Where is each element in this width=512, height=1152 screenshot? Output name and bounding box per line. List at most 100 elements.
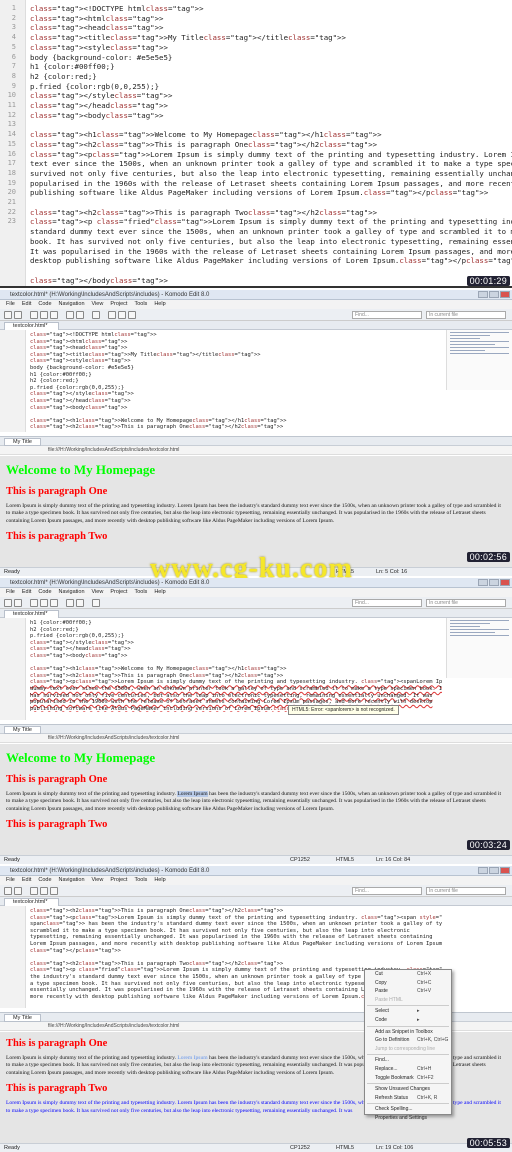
menu-view[interactable]: View [92, 589, 104, 595]
code-line[interactable]: class="tag"><h2class="tag">>This is para… [30, 673, 442, 680]
code-line[interactable]: class="tag"><headclass="tag">> [30, 345, 442, 352]
code-line[interactable]: class="tag"></styleclass="tag">> [30, 640, 442, 647]
code-line[interactable]: class="tag"></headclass="tag">> [30, 646, 442, 653]
context-menu-item[interactable]: Copy Ctrl+C [365, 979, 451, 988]
save-icon[interactable] [50, 311, 58, 319]
find-input[interactable]: Find... [352, 311, 422, 319]
menu-help[interactable]: Help [154, 589, 165, 595]
code-line[interactable]: class="tag"><titleclass="tag">>My Titlec… [30, 352, 442, 359]
preview-url[interactable]: file:///H:/Working/IncludesAndScripts/in… [0, 446, 512, 455]
maximize-icon[interactable] [489, 291, 499, 298]
menu-project[interactable]: Project [110, 301, 127, 307]
code-line[interactable]: body {background-color: #e5e5e5} [30, 365, 442, 372]
menu-help[interactable]: Help [154, 877, 165, 883]
code-line[interactable]: desktop publishing software like Aldus P… [30, 256, 512, 266]
status-encoding[interactable]: CP1252 [290, 1144, 310, 1152]
close-icon[interactable] [500, 867, 510, 874]
code-line[interactable]: has survived not only five centuries, bu… [30, 693, 442, 700]
tab-textcolor[interactable]: textcolor.html* [4, 610, 59, 618]
forward-icon[interactable] [14, 311, 22, 319]
maximize-icon[interactable] [489, 579, 499, 586]
menu-project[interactable]: Project [110, 877, 127, 883]
layout-icon[interactable] [108, 311, 116, 319]
context-menu-item[interactable]: Show Unsaved Changes [365, 1085, 451, 1094]
menu-tools[interactable]: Tools [134, 589, 147, 595]
code-line[interactable]: class="tag"><h2class="tag">>This is para… [30, 140, 512, 150]
tab-my-title[interactable]: My Title [4, 438, 41, 446]
context-menu-item[interactable]: Paste Ctrl+V [365, 987, 451, 996]
code-line[interactable]: class="tag"><bodyclass="tag">> [30, 111, 512, 121]
layout-icon[interactable] [128, 311, 136, 319]
code-line[interactable]: text ever since the 1500s, when an unkno… [30, 159, 512, 169]
save-icon[interactable] [50, 887, 58, 895]
code-line[interactable]: survived not only five centuries, but al… [30, 169, 512, 179]
menu-edit[interactable]: Edit [22, 877, 31, 883]
menu-view[interactable]: View [92, 301, 104, 307]
code-line[interactable]: It was popularised in the 1960s with the… [30, 247, 512, 257]
context-menu-item[interactable]: Code ▸ [365, 1016, 451, 1025]
context-menu-item[interactable]: Replace... Ctrl+H [365, 1065, 451, 1074]
code-line[interactable]: class="tag"><!DOCTYPE htmlclass="tag">> [30, 4, 512, 14]
code-line[interactable]: p.fried {color:rgb(0,0,255);} [30, 82, 512, 92]
tab-textcolor[interactable]: textcolor.html* [4, 322, 59, 330]
minimize-icon[interactable] [478, 867, 488, 874]
code-line[interactable]: class="tag"><titleclass="tag">>My Titlec… [30, 33, 512, 43]
code-line[interactable]: class="tag"><styleclass="tag">> [30, 43, 512, 53]
menu-navigation[interactable]: Navigation [59, 589, 85, 595]
menu-view[interactable]: View [92, 877, 104, 883]
menu-file[interactable]: File [6, 589, 15, 595]
menu-file[interactable]: File [6, 301, 15, 307]
code-line[interactable]: standard dummy text ever since the 1500s… [30, 227, 512, 237]
code-line[interactable]: class="tag"><h2class="tag">>This is para… [30, 908, 442, 915]
code-line[interactable] [30, 660, 442, 667]
code-line[interactable]: class="tag"><h2class="tag">>This is para… [30, 961, 442, 968]
menu-code[interactable]: Code [38, 589, 51, 595]
code-line[interactable] [30, 411, 442, 418]
find-input[interactable]: Find... [352, 599, 422, 607]
code-line[interactable]: class="tag"></styleclass="tag">> [30, 391, 442, 398]
code-editor[interactable]: h1 {color:#00ff00;} h2 {color:red;} p.frie… [0, 618, 512, 720]
code-line[interactable]: h1 {color:#00ff00;} [30, 62, 512, 72]
code-line[interactable]: class="tag"><!DOCTYPE htmlclass="tag">> [30, 332, 442, 339]
minimize-icon[interactable] [478, 291, 488, 298]
code-line[interactable]: class="tag"></bodyclass="tag">> [30, 276, 512, 286]
code-line[interactable]: h1 {color:#00ff00;} [30, 372, 442, 379]
code-line[interactable]: class="tag"><h1class="tag">>Welcome to M… [30, 418, 442, 425]
code-line[interactable] [30, 198, 512, 208]
status-language[interactable]: HTML5 [336, 856, 354, 864]
new-file-icon[interactable] [30, 311, 38, 319]
code-line[interactable]: class="tag"></headclass="tag">> [30, 398, 442, 405]
status-language[interactable]: HTML5 [336, 1144, 354, 1152]
code-line[interactable]: class="tag"><pclass="tag">>Lorem Ipsum i… [30, 915, 442, 922]
undo-icon[interactable] [66, 311, 74, 319]
code-line[interactable]: class="tag"></headclass="tag">> [30, 101, 512, 111]
open-file-icon[interactable] [40, 311, 48, 319]
code-line[interactable]: class="tag"><h1class="tag">>Welcome to M… [30, 130, 512, 140]
menu-tools[interactable]: Tools [134, 301, 147, 307]
menu-edit[interactable]: Edit [22, 301, 31, 307]
code-line[interactable]: class="tag"><htmlclass="tag">> [30, 339, 442, 346]
code-line[interactable]: h2 {color:red;} [30, 627, 442, 634]
back-icon[interactable] [4, 311, 12, 319]
back-icon[interactable] [4, 599, 12, 607]
context-menu-item[interactable]: Toggle Bookmark Ctrl+F2 [365, 1074, 451, 1083]
code-line[interactable]: class="tag"><headclass="tag">> [30, 23, 512, 33]
menu-file[interactable]: File [6, 877, 15, 883]
code-line[interactable]: class="tag"><pclass="tag">>Lorem Ipsum i… [30, 150, 512, 160]
menu-project[interactable]: Project [110, 589, 127, 595]
maximize-icon[interactable] [489, 867, 499, 874]
code-line[interactable]: body {background-color: #e5e5e5} [30, 53, 512, 63]
code-line[interactable]: class="tag"></htmlclass="tag">> [30, 285, 512, 286]
forward-icon[interactable] [14, 887, 22, 895]
code-line[interactable]: h2 {color:red;} [30, 72, 512, 82]
code-line[interactable] [30, 266, 512, 276]
tab-my-title[interactable]: My Title [4, 726, 41, 734]
code-line[interactable]: class="tag"><h2class="tag">>This is para… [30, 424, 442, 431]
menu-edit[interactable]: Edit [22, 589, 31, 595]
find-input[interactable]: Find... [352, 887, 422, 895]
menu-tools[interactable]: Tools [134, 877, 147, 883]
code-line[interactable] [30, 954, 442, 961]
menu-help[interactable]: Help [154, 301, 165, 307]
context-menu-item[interactable]: Check Spelling... [365, 1105, 451, 1114]
code-line[interactable] [30, 120, 512, 130]
